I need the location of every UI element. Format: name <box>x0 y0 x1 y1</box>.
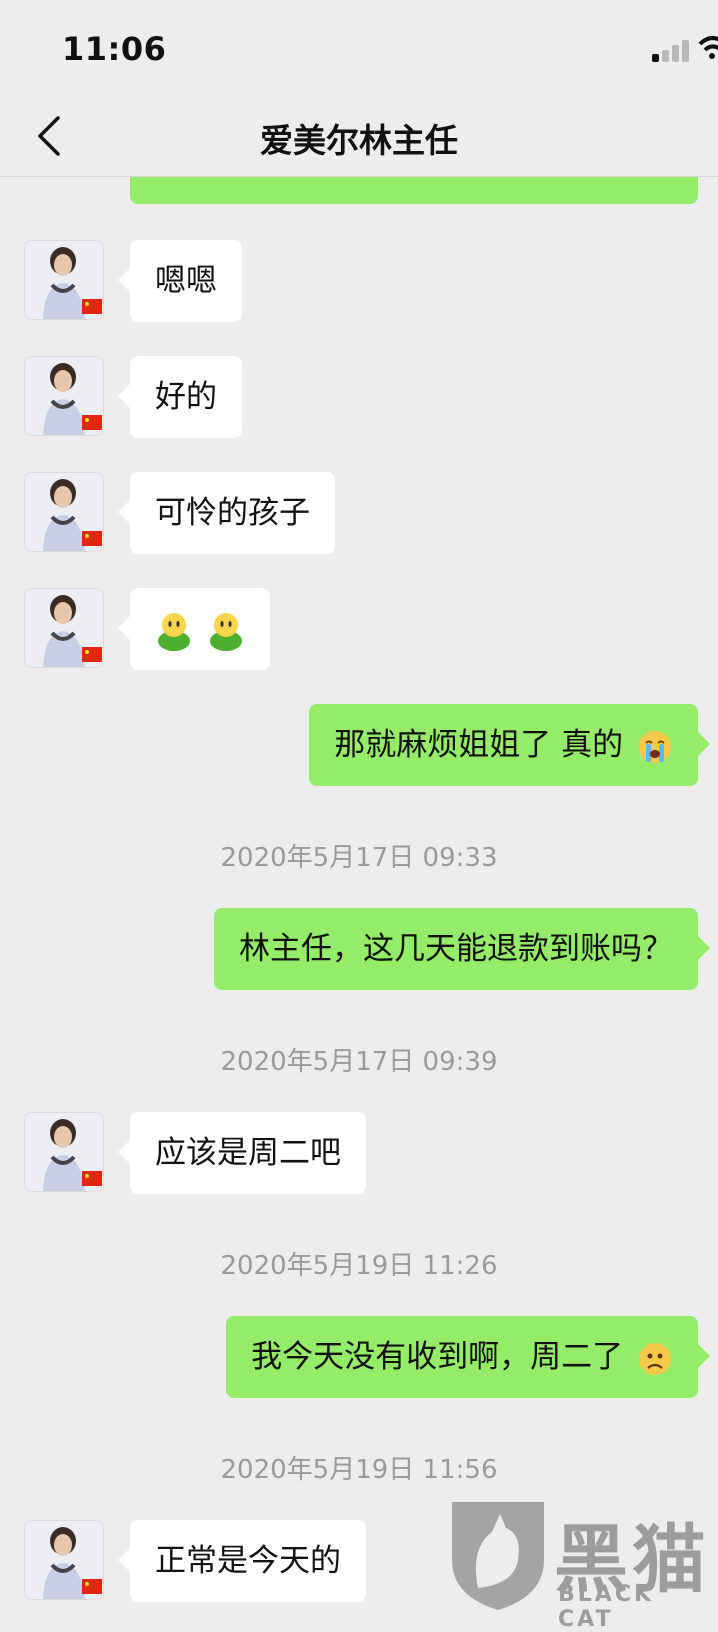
message-bubble-incoming[interactable]: 正常是今天的 <box>118 1520 366 1602</box>
green-figure-emoji-icon <box>158 612 190 651</box>
message-text: 嗯嗯 <box>155 263 217 299</box>
contact-avatar[interactable] <box>24 588 104 668</box>
message-text: 正常是今天的 <box>155 1543 341 1579</box>
message-list: 嗯嗯 好的 可怜的孩子 那就麻烦姐姐了 真的 2020年5月17日 09:33 … <box>0 0 718 1612</box>
message-bubble-incoming[interactable]: 可怜的孩子 <box>118 472 335 554</box>
message-bubble-outgoing[interactable]: 那就麻烦姐姐了 真的 <box>309 704 710 786</box>
message-timestamp: 2020年5月19日 11:56 <box>220 1455 498 1485</box>
message-timestamp: 2020年5月19日 11:26 <box>220 1251 498 1281</box>
contact-avatar[interactable] <box>24 240 104 320</box>
message-text: 好的 <box>155 379 217 415</box>
message-text: 我今天没有收到啊，周二了 <box>251 1339 624 1375</box>
message-bubble-incoming[interactable]: 应该是周二吧 <box>118 1112 366 1194</box>
message-text: 那就麻烦姐姐了 真的 <box>334 727 624 763</box>
contact-avatar[interactable] <box>24 1112 104 1192</box>
chat-header: 爱美尔林主任 <box>0 96 718 177</box>
message-text: 可怜的孩子 <box>155 495 310 531</box>
message-bubble-incoming[interactable]: 好的 <box>118 356 242 438</box>
contact-avatar[interactable] <box>24 1520 104 1600</box>
crying-face-emoji-icon <box>639 730 671 763</box>
message-text: 林主任，这几天能退款到账吗？ <box>239 931 673 967</box>
message-timestamp: 2020年5月17日 09:33 <box>220 843 498 873</box>
contact-avatar[interactable] <box>24 356 104 436</box>
green-figure-emoji-icon <box>209 612 242 651</box>
message-bubble-incoming[interactable]: 嗯嗯 <box>118 240 242 322</box>
message-text: 应该是周二吧 <box>155 1135 341 1171</box>
message-bubble-outgoing[interactable]: 林主任，这几天能退款到账吗？ <box>214 908 710 990</box>
message-bubble-outgoing[interactable]: 我今天没有收到啊，周二了 <box>226 1316 710 1398</box>
contact-avatar[interactable] <box>24 472 104 552</box>
frowning-face-emoji-icon <box>639 1342 671 1375</box>
message-timestamp: 2020年5月17日 09:39 <box>220 1047 498 1077</box>
message-bubble-incoming[interactable] <box>118 588 270 670</box>
chat-title: 爱美尔林主任 <box>260 121 458 160</box>
